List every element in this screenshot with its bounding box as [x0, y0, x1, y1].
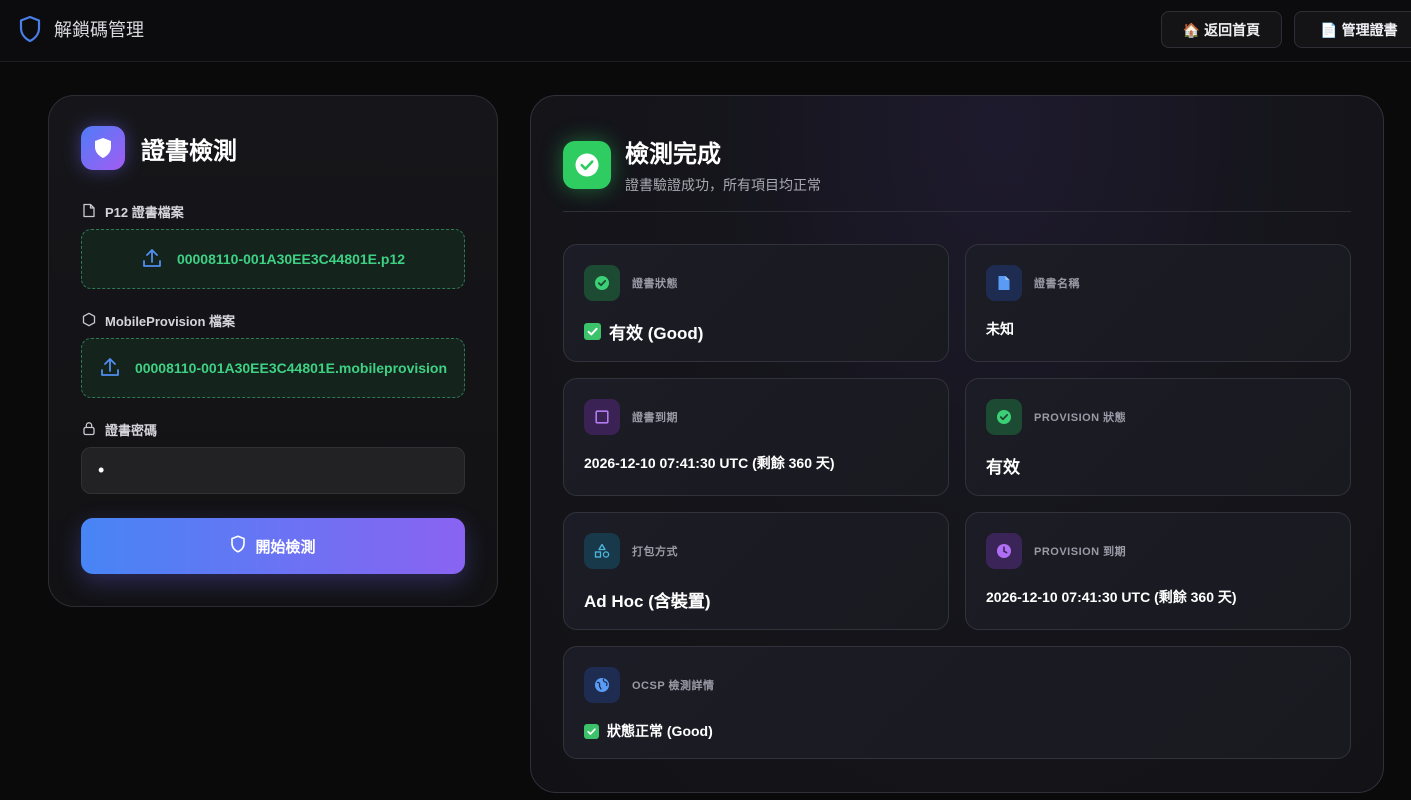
form-title: 證書檢測 [141, 137, 237, 165]
cert-expiry-card: 證書到期 2026-12-10 07:41:30 UTC (剩餘 360 天) [563, 378, 949, 496]
card-label: OCSP 檢測詳情 [632, 680, 715, 692]
top-bar: 解鎖碼管理 🏠 返回首頁 📄 管理證書 [0, 0, 1411, 62]
file-icon [82, 203, 96, 221]
start-check-label: 開始檢測 [255, 538, 316, 556]
p12-label-text: P12 證書檔案 [105, 205, 184, 220]
checkbox-emoji-icon [584, 323, 601, 340]
upload-icon [99, 356, 121, 381]
result-header: 檢測完成 證書驗證成功，所有項目均正常 [563, 134, 821, 195]
home-button[interactable]: 🏠 返回首頁 [1161, 11, 1282, 48]
shield-icon [18, 14, 42, 44]
form-header: 證書檢測 [81, 126, 237, 170]
upload-icon [141, 247, 163, 272]
ocsp-details-card: OCSP 檢測詳情 狀態正常 (Good) [563, 646, 1351, 759]
result-panel: 檢測完成 證書驗證成功，所有項目均正常 證書狀態 有效 (Good) 證書名稱 … [530, 95, 1384, 793]
card-header: PROVISION 到期 [986, 533, 1126, 569]
mobileprovision-label-text: MobileProvision 檔案 [105, 314, 236, 329]
shield-icon [230, 535, 246, 557]
provision-status-value: 有效 [986, 458, 1020, 477]
password-input[interactable] [81, 447, 465, 494]
globe-icon [584, 667, 620, 703]
cert-name-value: 未知 [986, 321, 1014, 337]
cert-status-card: 證書狀態 有效 (Good) [563, 244, 949, 362]
cube-icon [82, 312, 96, 330]
mobileprovision-field-label: MobileProvision 檔案 [82, 311, 235, 330]
p12-upload-dropzone[interactable]: 00008110-001A30EE3C44801E.p12 [81, 229, 465, 289]
ocsp-value: 狀態正常 (Good) [584, 721, 713, 741]
provision-expiry-card: PROVISION 到期 2026-12-10 07:41:30 UTC (剩餘… [965, 512, 1351, 630]
provision-status-card: PROVISION 狀態 有效 [965, 378, 1351, 496]
check-circle-icon [986, 399, 1022, 435]
divider [563, 211, 1351, 212]
p12-file-name: 00008110-001A30EE3C44801E.p12 [176, 251, 406, 267]
check-circle-icon [584, 265, 620, 301]
provision-expiry-value: 2026-12-10 07:41:30 UTC (剩餘 360 天) [986, 589, 1237, 605]
cert-status-text: 有效 (Good) [609, 324, 704, 343]
result-subtitle: 證書驗證成功，所有項目均正常 [625, 177, 821, 193]
card-header: 證書到期 [584, 399, 678, 435]
password-label-text: 證書密碼 [105, 423, 158, 438]
checkbox-emoji-icon [584, 723, 599, 739]
card-header: PROVISION 狀態 [986, 399, 1126, 435]
start-check-button[interactable]: 開始檢測 [81, 518, 465, 574]
card-label: 證書名稱 [1034, 278, 1080, 290]
card-label: PROVISION 狀態 [1034, 412, 1127, 424]
card-header: OCSP 檢測詳情 [584, 667, 715, 703]
brand[interactable]: 解鎖碼管理 [18, 14, 144, 44]
certificate-check-form: 證書檢測 P12 證書檔案 00008110-001A30EE3C44801E.… [48, 95, 498, 607]
card-header: 打包方式 [584, 533, 678, 569]
card-label: PROVISION 到期 [1034, 546, 1127, 558]
manage-certificates-button[interactable]: 📄 管理證書 [1294, 11, 1411, 48]
result-header-text: 檢測完成 證書驗證成功，所有項目均正常 [625, 134, 821, 195]
packaging-card: 打包方式 Ad Hoc (含裝置) [563, 512, 949, 630]
card-header: 證書狀態 [584, 265, 678, 301]
ocsp-status-text: 狀態正常 (Good) [607, 723, 713, 739]
cert-name-card: 證書名稱 未知 [965, 244, 1351, 362]
p12-field-label: P12 證書檔案 [82, 202, 184, 221]
password-field-label: 證書密碼 [82, 420, 157, 439]
card-label: 證書到期 [632, 412, 678, 424]
mobileprovision-file-name: 00008110-001A30EE3C44801E.mobileprovisio… [134, 360, 448, 376]
card-header: 證書名稱 [986, 265, 1080, 301]
packaging-value: Ad Hoc (含裝置) [584, 592, 711, 611]
card-label: 證書狀態 [632, 278, 678, 290]
shapes-icon [584, 533, 620, 569]
shield-icon [81, 126, 125, 170]
document-icon [986, 265, 1022, 301]
cert-status-value: 有效 (Good) [584, 319, 703, 344]
app-title: 解鎖碼管理 [54, 20, 144, 40]
result-title: 檢測完成 [625, 141, 721, 168]
lock-icon [82, 421, 96, 439]
square-icon [584, 399, 620, 435]
mobileprovision-upload-dropzone[interactable]: 00008110-001A30EE3C44801E.mobileprovisio… [81, 338, 465, 398]
clock-icon [986, 533, 1022, 569]
card-label: 打包方式 [632, 546, 678, 558]
check-circle-icon [563, 140, 611, 189]
cert-expiry-value: 2026-12-10 07:41:30 UTC (剩餘 360 天) [584, 455, 835, 471]
